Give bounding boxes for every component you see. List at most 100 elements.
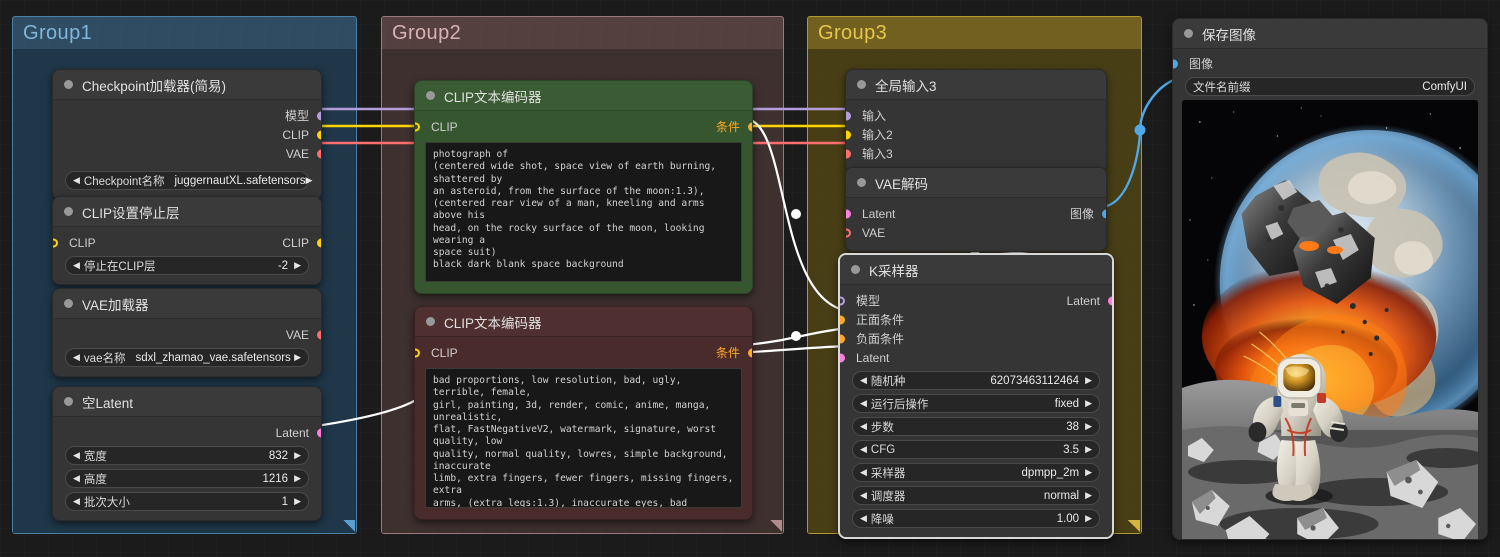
port-dot-vae[interactable] [316,330,321,339]
port-dot-latent-input[interactable] [846,209,851,218]
widget-seed[interactable]: ◀ 随机种 62073463112464 ▶ [852,371,1100,390]
widget-control-after-generate[interactable]: ◀ 运行后操作 fixed ▶ [852,394,1100,413]
port-dot-image-output[interactable] [1101,209,1106,218]
group-resize-handle-group3[interactable] [1128,520,1140,532]
widget-scheduler[interactable]: ◀ 调度器 normal ▶ [852,486,1100,505]
collapse-dot-icon[interactable] [426,91,435,100]
arrow-left-icon[interactable]: ◀ [73,353,80,362]
arrow-right-icon[interactable]: ▶ [306,176,313,185]
collapse-dot-icon[interactable] [851,265,860,274]
port-dot-vae-input[interactable] [846,228,851,237]
node-empty-latent[interactable]: 空Latent Latent ◀ 宽度 832 ▶ ◀ 高度 1216 ▶ ◀ … [52,386,322,521]
group-resize-handle-group1[interactable] [343,520,355,532]
slot-row-clip[interactable]: CLIP CLIP [53,233,321,252]
port-dot-input-3[interactable] [846,149,851,158]
arrow-left-icon[interactable]: ◀ [860,399,867,408]
input-slot-images[interactable]: 图像 [1173,54,1487,73]
node-vae-decode[interactable]: VAE解码 Latent 图像 VAE [845,167,1107,252]
widget-sampler-name[interactable]: ◀ 采样器 dpmpp_2m ▶ [852,463,1100,482]
prompt-textarea-negative[interactable]: bad proportions, low resolution, bad, ug… [425,368,742,508]
port-dot-latent-input[interactable] [840,353,845,362]
node-header-checkpoint-loader[interactable]: Checkpoint加载器(简易) [53,70,321,100]
node-ksampler[interactable]: K采样器 模型 Latent 正面条件 负面条件 Latent ◀ 随机种 62… [838,253,1114,539]
arrow-left-icon[interactable]: ◀ [73,176,80,185]
port-dot-latent[interactable] [316,428,321,437]
arrow-right-icon[interactable]: ▶ [294,451,301,460]
node-save-image[interactable]: 保存图像 图像 文件名前缀 ComfyUI [1172,18,1488,540]
input-slot-negative[interactable]: 负面条件 [840,329,1112,348]
arrow-right-icon[interactable]: ▶ [1085,468,1092,477]
output-slot-vae[interactable]: VAE [53,325,321,344]
slot-row-model-latent[interactable]: 模型 Latent [840,291,1112,310]
widget-denoise[interactable]: ◀ 降噪 1.00 ▶ [852,509,1100,528]
arrow-right-icon[interactable]: ▶ [1085,422,1092,431]
arrow-left-icon[interactable]: ◀ [73,497,80,506]
slot-row-clip-conditioning[interactable]: CLIP 条件 [415,343,752,362]
collapse-dot-icon[interactable] [64,299,73,308]
widget-stop-at-clip-layer[interactable]: ◀ 停止在CLIP层 -2 ▶ [65,256,309,275]
widget-checkpoint-name[interactable]: ◀ Checkpoint名称 juggernautXL.safetensors … [65,171,312,190]
widget-batch-size[interactable]: ◀ 批次大小 1 ▶ [65,492,309,511]
port-dot-negative-input[interactable] [840,334,845,343]
port-dot-vae[interactable] [316,149,321,158]
node-header-empty-latent[interactable]: 空Latent [53,387,321,417]
port-dot-latent-output[interactable] [1107,296,1112,305]
widget-filename-prefix[interactable]: 文件名前缀 ComfyUI [1185,77,1475,96]
arrow-right-icon[interactable]: ▶ [294,497,301,506]
arrow-left-icon[interactable]: ◀ [73,474,80,483]
node-graph-canvas[interactable]: Group1 Group2 Group3 Checkpoint加载器(简易) 模… [0,0,1500,557]
port-dot-clip-input[interactable] [415,122,420,131]
widget-cfg[interactable]: ◀ CFG 3.5 ▶ [852,440,1100,459]
output-slot-latent[interactable]: Latent [53,423,321,442]
arrow-left-icon[interactable]: ◀ [860,514,867,523]
collapse-dot-icon[interactable] [857,80,866,89]
port-dot-clip-output[interactable] [316,238,321,247]
port-dot-model-input[interactable] [840,296,845,305]
widget-width[interactable]: ◀ 宽度 832 ▶ [65,446,309,465]
node-header-vae-loader[interactable]: VAE加载器 [53,289,321,319]
collapse-dot-icon[interactable] [1184,29,1193,38]
output-slot-vae[interactable]: VAE [53,144,321,163]
prompt-textarea-positive[interactable]: photograph of (centered wide shot, space… [425,142,742,282]
input-slot-1[interactable]: 输入 [846,106,1106,125]
node-checkpoint-loader[interactable]: Checkpoint加载器(简易) 模型 CLIP VAE ◀ Checkpoi… [52,69,322,200]
widget-steps[interactable]: ◀ 步数 38 ▶ [852,417,1100,436]
output-slot-model[interactable]: 模型 [53,106,321,125]
input-slot-3[interactable]: 输入3 [846,144,1106,163]
arrow-right-icon[interactable]: ▶ [1085,376,1092,385]
port-dot-input-2[interactable] [846,130,851,139]
arrow-right-icon[interactable]: ▶ [294,474,301,483]
arrow-left-icon[interactable]: ◀ [860,376,867,385]
arrow-right-icon[interactable]: ▶ [1085,445,1092,454]
input-slot-vae[interactable]: VAE [846,223,1106,242]
node-header-vae-decode[interactable]: VAE解码 [846,168,1106,198]
arrow-right-icon[interactable]: ▶ [294,353,301,362]
port-dot-conditioning-output[interactable] [747,122,752,131]
arrow-right-icon[interactable]: ▶ [294,261,301,270]
node-header-ksampler[interactable]: K采样器 [840,255,1112,285]
arrow-right-icon[interactable]: ▶ [1085,514,1092,523]
collapse-dot-icon[interactable] [64,397,73,406]
port-dot-clip-input[interactable] [53,238,58,247]
node-clip-set-last-layer[interactable]: CLIP设置停止层 CLIP CLIP ◀ 停止在CLIP层 -2 ▶ [52,196,322,285]
arrow-right-icon[interactable]: ▶ [1085,399,1092,408]
port-dot-clip-input[interactable] [415,348,420,357]
arrow-right-icon[interactable]: ▶ [1085,491,1092,500]
port-dot-input-1[interactable] [846,111,851,120]
node-global-input-3[interactable]: 全局输入3 输入 输入2 输入3 [845,69,1107,173]
collapse-dot-icon[interactable] [64,207,73,216]
collapse-dot-icon[interactable] [857,178,866,187]
arrow-left-icon[interactable]: ◀ [73,261,80,270]
input-slot-2[interactable]: 输入2 [846,125,1106,144]
port-dot-model[interactable] [316,111,321,120]
port-dot-image-input[interactable] [1173,59,1178,68]
group-resize-handle-group2[interactable] [770,520,782,532]
group-title-group2[interactable]: Group2 [382,17,783,49]
collapse-dot-icon[interactable] [64,80,73,89]
port-dot-positive-input[interactable] [840,315,845,324]
arrow-left-icon[interactable]: ◀ [73,451,80,460]
node-header-clip-text-encode-positive[interactable]: CLIP文本编码器 [415,81,752,111]
image-preview[interactable] [1182,100,1478,539]
output-slot-clip[interactable]: CLIP [53,125,321,144]
node-header-clip-text-encode-negative[interactable]: CLIP文本编码器 [415,307,752,337]
